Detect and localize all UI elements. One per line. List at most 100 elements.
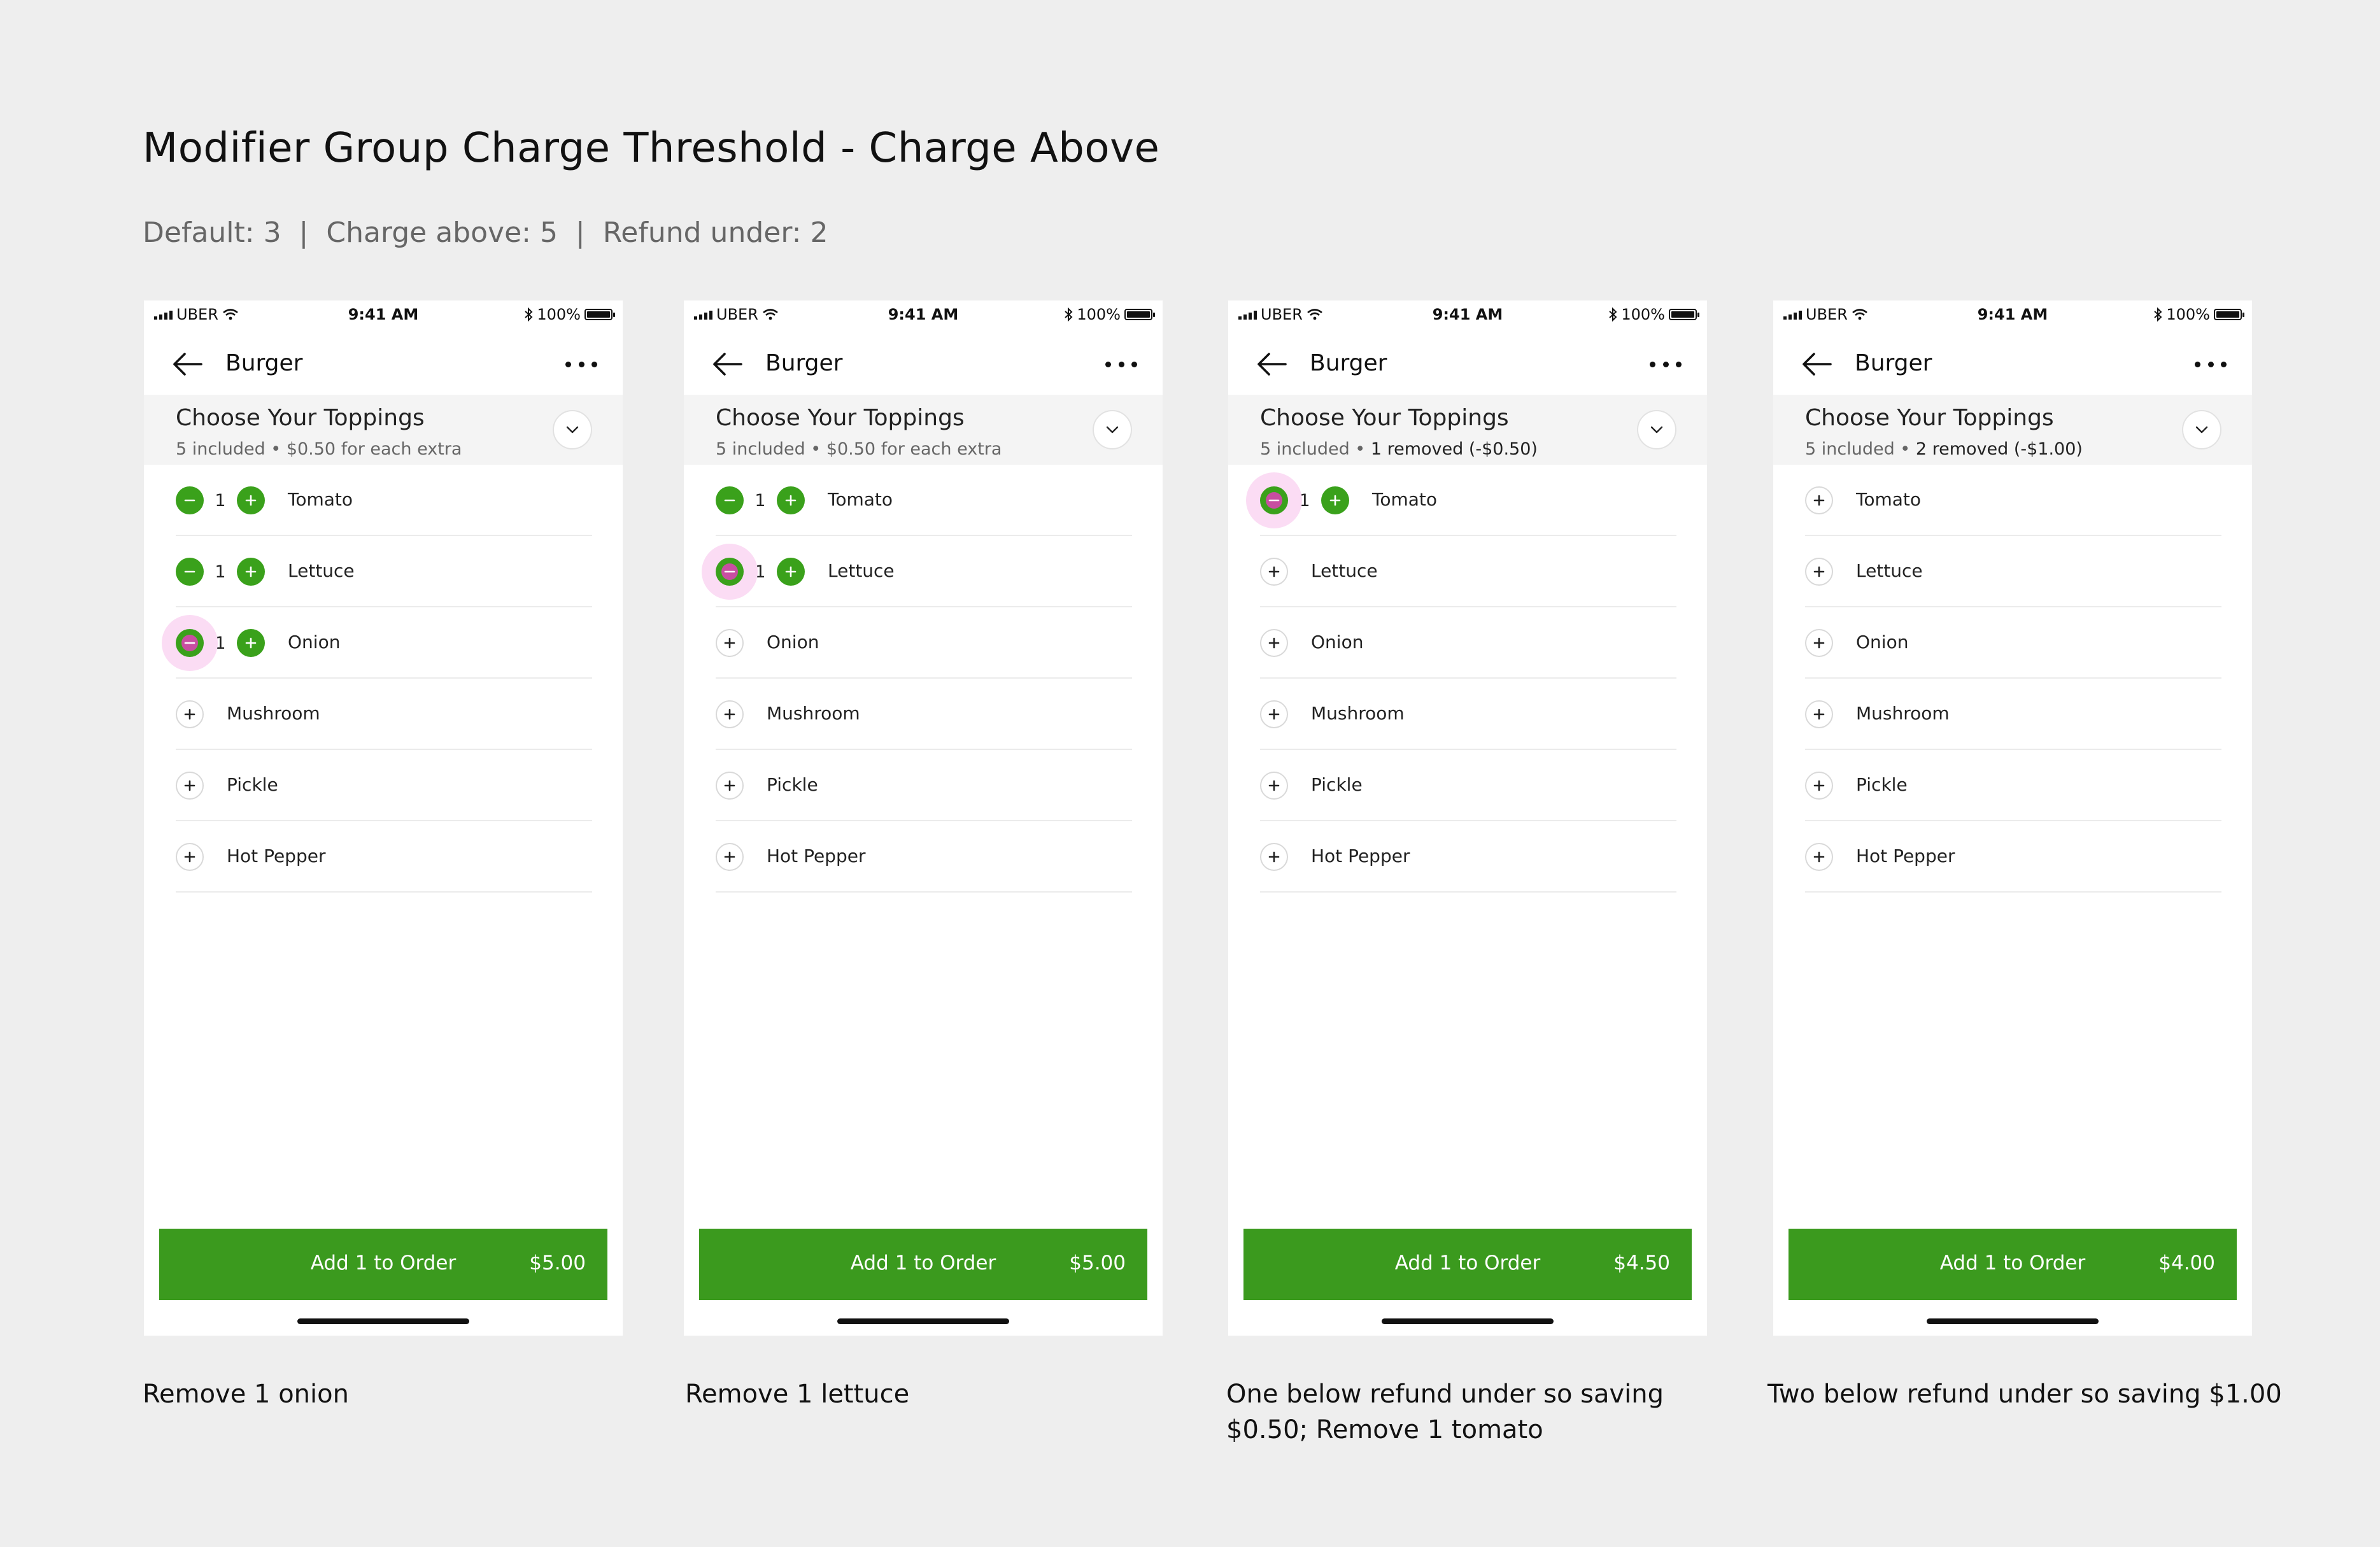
arrow-left-icon[interactable]: [1800, 351, 1833, 377]
topping-name: Hot Pepper: [1311, 845, 1410, 866]
topping-name: Onion: [767, 632, 819, 653]
topping-name: Pickle: [227, 774, 278, 795]
group-description: 5 included • 1 removed (-$0.50): [1260, 439, 1538, 459]
topping-row[interactable]: 1 Tomato: [1260, 465, 1676, 536]
battery-percent: 100%: [537, 306, 581, 323]
add-topping-button[interactable]: [716, 772, 744, 800]
increment-button[interactable]: [237, 558, 265, 586]
topping-row[interactable]: Hot Pepper: [1805, 821, 2221, 893]
add-to-order-button[interactable]: Add 1 to Order $5.00: [159, 1229, 607, 1300]
add-topping-button[interactable]: [1805, 558, 1833, 586]
battery-percent: 100%: [1621, 306, 1665, 323]
battery-icon: [584, 309, 615, 320]
topping-row[interactable]: Mushroom: [716, 679, 1132, 750]
increment-button[interactable]: [237, 486, 265, 514]
topping-row[interactable]: Pickle: [1260, 750, 1676, 821]
more-horizontal-icon[interactable]: [1650, 353, 1682, 376]
bluetooth-icon: [1609, 307, 1617, 321]
topping-row[interactable]: Hot Pepper: [176, 821, 592, 893]
topping-row[interactable]: Hot Pepper: [1260, 821, 1676, 893]
more-horizontal-icon[interactable]: [565, 353, 597, 376]
increment-button[interactable]: [777, 558, 805, 586]
topping-name: Hot Pepper: [227, 845, 326, 866]
add-to-order-button[interactable]: Add 1 to Order $5.00: [699, 1229, 1147, 1300]
increment-button[interactable]: [237, 629, 265, 657]
topping-name: Tomato: [288, 489, 353, 510]
add-topping-button[interactable]: [1260, 700, 1288, 728]
add-topping-button[interactable]: [176, 700, 204, 728]
topping-row[interactable]: 1 Tomato: [176, 465, 592, 536]
item-quantity: 1: [215, 490, 226, 511]
topping-row[interactable]: Onion: [1260, 607, 1676, 679]
modifier-group-header[interactable]: Choose Your Toppings 5 included • $0.50 …: [684, 395, 1163, 465]
chevron-down-icon[interactable]: [553, 410, 592, 449]
increment-button[interactable]: [1321, 486, 1349, 514]
home-indicator: [1382, 1318, 1554, 1324]
topping-row[interactable]: 1 Tomato: [716, 465, 1132, 536]
add-topping-button[interactable]: [176, 843, 204, 871]
chevron-down-icon[interactable]: [1093, 410, 1132, 449]
add-to-order-button[interactable]: Add 1 to Order $4.00: [1789, 1229, 2237, 1300]
increment-button[interactable]: [777, 486, 805, 514]
topping-name: Mushroom: [767, 703, 860, 724]
add-topping-button[interactable]: [1805, 629, 1833, 657]
add-topping-button[interactable]: [1260, 558, 1288, 586]
more-horizontal-icon[interactable]: [2195, 353, 2227, 376]
phone-screen: UBER 9:41 AM 100% Burger Choose Your Top…: [1773, 300, 2252, 1336]
topping-row[interactable]: 1 Onion: [176, 607, 592, 679]
add-topping-button[interactable]: [1805, 772, 1833, 800]
modifier-group-header[interactable]: Choose Your Toppings 5 included • $0.50 …: [144, 395, 623, 465]
modifier-group-header[interactable]: Choose Your Toppings 5 included • 1 remo…: [1228, 395, 1707, 465]
topping-row[interactable]: Lettuce: [1260, 536, 1676, 607]
group-desc-detail: $0.50 for each extra: [826, 439, 1002, 459]
add-topping-button[interactable]: [1260, 772, 1288, 800]
arrow-left-icon[interactable]: [171, 351, 204, 377]
arrow-left-icon[interactable]: [711, 351, 744, 377]
decrement-button[interactable]: [176, 558, 204, 586]
page-title: Modifier Group Charge Threshold - Charge…: [143, 125, 1160, 172]
add-topping-button[interactable]: [176, 772, 204, 800]
topping-row[interactable]: Mushroom: [1260, 679, 1676, 750]
topping-row[interactable]: Mushroom: [1805, 679, 2221, 750]
nav-title: Burger: [225, 350, 303, 376]
topping-list: 1 Tomato 1 Lettuce Onion Mushroom Pickle…: [716, 465, 1132, 893]
topping-row[interactable]: 1 Lettuce: [716, 536, 1132, 607]
add-topping-button[interactable]: [1805, 486, 1833, 514]
topping-name: Hot Pepper: [1856, 845, 1955, 866]
topping-row[interactable]: Onion: [1805, 607, 2221, 679]
add-to-order-button[interactable]: Add 1 to Order $4.50: [1243, 1229, 1692, 1300]
add-topping-button[interactable]: [1260, 629, 1288, 657]
chevron-down-icon[interactable]: [2182, 410, 2221, 449]
topping-row[interactable]: Pickle: [716, 750, 1132, 821]
group-title: Choose Your Toppings: [1260, 405, 1509, 431]
decrement-button[interactable]: [1260, 486, 1288, 514]
decrement-button[interactable]: [176, 629, 204, 657]
add-topping-button[interactable]: [716, 843, 744, 871]
more-horizontal-icon[interactable]: [1105, 353, 1137, 376]
add-topping-button[interactable]: [1805, 700, 1833, 728]
decrement-button[interactable]: [176, 486, 204, 514]
topping-row[interactable]: Onion: [716, 607, 1132, 679]
modifier-group-header[interactable]: Choose Your Toppings 5 included • 2 remo…: [1773, 395, 2252, 465]
topping-row[interactable]: Hot Pepper: [716, 821, 1132, 893]
topping-row[interactable]: Lettuce: [1805, 536, 2221, 607]
screen-caption: Remove 1 lettuce: [685, 1380, 910, 1409]
phone-screen: UBER 9:41 AM 100% Burger Choose Your Top…: [144, 300, 623, 1336]
add-topping-button[interactable]: [1260, 843, 1288, 871]
group-desc-included: 5 included •: [1805, 439, 1916, 459]
topping-list: 1 Tomato Lettuce Onion Mushroom Pickle H…: [1260, 465, 1676, 893]
topping-row[interactable]: Mushroom: [176, 679, 592, 750]
topping-row[interactable]: Pickle: [176, 750, 592, 821]
add-topping-button[interactable]: [1805, 843, 1833, 871]
decrement-button[interactable]: [716, 486, 744, 514]
topping-row[interactable]: 1 Lettuce: [176, 536, 592, 607]
topping-row[interactable]: Pickle: [1805, 750, 2221, 821]
topping-row[interactable]: Tomato: [1805, 465, 2221, 536]
decrement-button[interactable]: [716, 558, 744, 586]
group-title: Choose Your Toppings: [716, 405, 965, 431]
order-price: $4.00: [2158, 1252, 2215, 1275]
chevron-down-icon[interactable]: [1637, 410, 1676, 449]
add-topping-button[interactable]: [716, 629, 744, 657]
arrow-left-icon[interactable]: [1255, 351, 1288, 377]
add-topping-button[interactable]: [716, 700, 744, 728]
